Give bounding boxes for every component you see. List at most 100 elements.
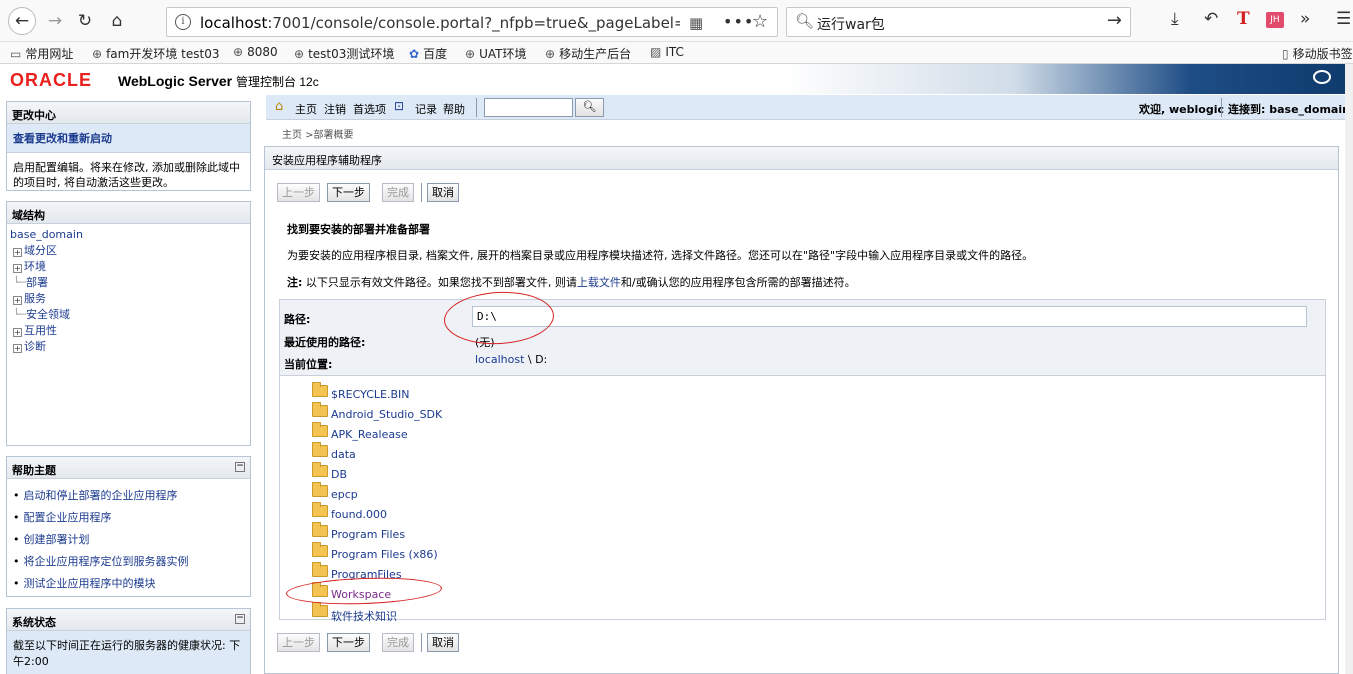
search-icon: 🔍︎ xyxy=(582,100,597,113)
tree-node[interactable]: + 服务 xyxy=(9,291,248,307)
help-topics-panel: 帮助主题− 启动和停止部署的企业应用程序 配置企业应用程序 创建部署计划 将企业… xyxy=(6,456,251,597)
oracle-o-icon xyxy=(1313,70,1331,84)
search-bar[interactable]: 🔍︎ 运行war包 → xyxy=(786,7,1131,37)
cancel-button[interactable]: 取消 xyxy=(427,183,459,202)
preferences-link[interactable]: 首选项 xyxy=(353,101,386,117)
next-button[interactable]: 下一步 xyxy=(327,633,370,652)
undo-icon[interactable]: ↶ xyxy=(1204,9,1218,29)
folder-icon xyxy=(312,562,328,577)
browser-toolbar: ← → ↻ ⌂ i localhost:7001/console/console… xyxy=(0,0,1353,42)
back-button[interactable]: 上一步 xyxy=(277,633,320,652)
current-label: 当前位置: xyxy=(284,358,333,371)
bookmark-star-icon[interactable]: ☆ xyxy=(752,11,768,32)
home-icon[interactable]: ⌂ xyxy=(104,8,130,34)
tree-node[interactable]: └┄安全领域 xyxy=(9,307,248,323)
help-link[interactable]: 启动和停止部署的企业应用程序 xyxy=(13,487,244,503)
forward-arrow-icon[interactable]: → xyxy=(42,8,68,34)
assistant-title: 安装应用程序辅助程序 xyxy=(265,147,1338,170)
bookmark-item[interactable]: ⊕ UAT环境 xyxy=(465,45,526,62)
domain-structure-panel: 域结构 base_domain + 域分区 + 环境 └┄部署 + 服务 └┄安全领域… xyxy=(6,201,251,446)
url-text[interactable]: localhost:7001/console/console.portal?_n… xyxy=(200,14,680,32)
globe-icon: ⊕ xyxy=(233,45,244,59)
breadcrumb[interactable]: 主页 >部署概要 xyxy=(282,126,354,141)
tree-node[interactable]: └┄部署 xyxy=(9,275,248,291)
bookmark-item[interactable]: ⊕ 移动生产后台 xyxy=(545,45,631,62)
tree-node[interactable]: + 环境 xyxy=(9,259,248,275)
globe-icon: ⊕ xyxy=(92,47,103,61)
product-title: WebLogic Server 管理控制台 12c xyxy=(118,73,319,89)
address-bar[interactable]: i localhost:7001/console/console.portal?… xyxy=(166,7,778,37)
console-search-input[interactable] xyxy=(484,98,573,117)
tree-node[interactable]: + 互用性 xyxy=(9,323,248,339)
system-status-text: 截至以下时间正在运行的服务器的健康状况: 下午2:00 xyxy=(7,631,250,674)
section-note: 注: 以下只显示有效文件路径。如果您找不到部署文件, 则请上载文件和/或确认您的… xyxy=(287,276,856,289)
record-link[interactable]: 记录 xyxy=(415,101,437,117)
help-link[interactable]: 创建部署计划 xyxy=(13,531,244,547)
record-icon[interactable]: ⊡ xyxy=(394,99,404,113)
console-toolbar: ⌂ 主页 注销 首选项 ⊡ 记录 帮助 🔍︎ 欢迎, weblogic 连接到:… xyxy=(266,95,1353,120)
menu-icon[interactable]: ☰ xyxy=(1336,9,1351,29)
logout-link[interactable]: 注销 xyxy=(324,101,346,117)
globe-icon: ⊕ xyxy=(294,47,305,61)
expand-icon[interactable]: + xyxy=(13,264,22,273)
console-search-button[interactable]: 🔍︎ xyxy=(575,98,604,117)
tree-node[interactable]: + 诊断 xyxy=(9,339,248,355)
bookmark-item[interactable]: ▨ ITC xyxy=(650,45,684,59)
back-arrow-icon[interactable]: ← xyxy=(8,7,36,35)
expand-icon[interactable]: + xyxy=(13,248,22,257)
path-chooser: 路径: 最近使用的路径: (无) 当前位置: localhost \ D: $R… xyxy=(279,299,1326,623)
folder-icon xyxy=(312,502,328,517)
localhost-link[interactable]: localhost xyxy=(475,353,524,366)
page-actions-icon[interactable]: ••• xyxy=(723,12,754,31)
bookmark-item[interactable]: ⊕ fam开发环境 test03 xyxy=(92,45,219,62)
bookmark-item[interactable]: ▭ 常用网址 xyxy=(10,45,73,62)
bookmark-item[interactable]: ⊕ 8080 xyxy=(233,45,278,59)
search-query[interactable]: 运行war包 xyxy=(817,14,885,34)
globe-icon: ⊕ xyxy=(465,47,476,61)
expand-icon[interactable]: + xyxy=(13,344,22,353)
home-icon[interactable]: ⌂ xyxy=(275,99,283,114)
folder-icon xyxy=(312,602,328,617)
help-link[interactable]: 配置企业应用程序 xyxy=(13,509,244,525)
welcome-text: 欢迎, weblogic xyxy=(1139,103,1224,116)
collapse-icon[interactable]: − xyxy=(235,462,245,472)
tree-line: └┄ xyxy=(13,308,27,321)
folder-icon: ▭ xyxy=(10,47,22,61)
help-link[interactable]: 帮助 xyxy=(443,101,465,117)
tree-node[interactable]: + 域分区 xyxy=(9,243,248,259)
profile-badge-icon[interactable]: JH xyxy=(1266,12,1284,28)
expand-icon[interactable]: + xyxy=(13,296,22,305)
reload-icon[interactable]: ↻ xyxy=(72,8,98,34)
tree-root[interactable]: base_domain xyxy=(9,227,248,243)
back-button[interactable]: 上一步 xyxy=(277,183,320,202)
home-link[interactable]: 主页 xyxy=(295,101,317,117)
finish-button[interactable]: 完成 xyxy=(382,183,414,202)
upload-file-link[interactable]: 上载文件 xyxy=(577,276,621,289)
qr-code-icon[interactable]: ▦ xyxy=(689,14,703,32)
cancel-button[interactable]: 取消 xyxy=(427,633,459,652)
recent-label: 最近使用的路径: xyxy=(284,336,366,349)
folder-icon xyxy=(312,482,328,497)
bookmark-item[interactable]: ✿ 百度 xyxy=(409,45,447,62)
image-icon: ▨ xyxy=(650,45,662,59)
search-go-arrow-icon[interactable]: → xyxy=(1107,10,1122,31)
page-scrollbar[interactable] xyxy=(1345,64,1353,674)
bookmark-item[interactable]: ▯ 移动版书签 xyxy=(1282,45,1353,62)
path-input[interactable] xyxy=(472,306,1307,327)
help-link[interactable]: 测试企业应用程序中的模块 xyxy=(13,575,244,591)
expand-icon[interactable]: + xyxy=(13,328,22,337)
bookmark-item[interactable]: ⊕ test03测试环境 xyxy=(294,45,394,62)
collapse-icon[interactable]: − xyxy=(235,614,245,624)
view-changes-link[interactable]: 查看更改和重新启动 xyxy=(7,124,250,153)
next-button[interactable]: 下一步 xyxy=(327,183,370,202)
download-icon[interactable]: ⤓ xyxy=(1171,9,1179,29)
overflow-chevron-icon[interactable]: » xyxy=(1300,9,1310,29)
button-divider xyxy=(421,183,422,202)
folder-icon xyxy=(312,442,328,457)
translate-t-icon[interactable]: T xyxy=(1237,9,1250,29)
system-status-title: 系统状态 − xyxy=(7,609,250,631)
info-icon[interactable]: i xyxy=(175,14,191,30)
section-description: 为要安装的应用程序根目录, 档案文件, 展开的档案目录或应用程序模块描述符, 选… xyxy=(287,249,1034,262)
finish-button[interactable]: 完成 xyxy=(382,633,414,652)
help-link[interactable]: 将企业应用程序定位到服务器实例 xyxy=(13,553,244,569)
